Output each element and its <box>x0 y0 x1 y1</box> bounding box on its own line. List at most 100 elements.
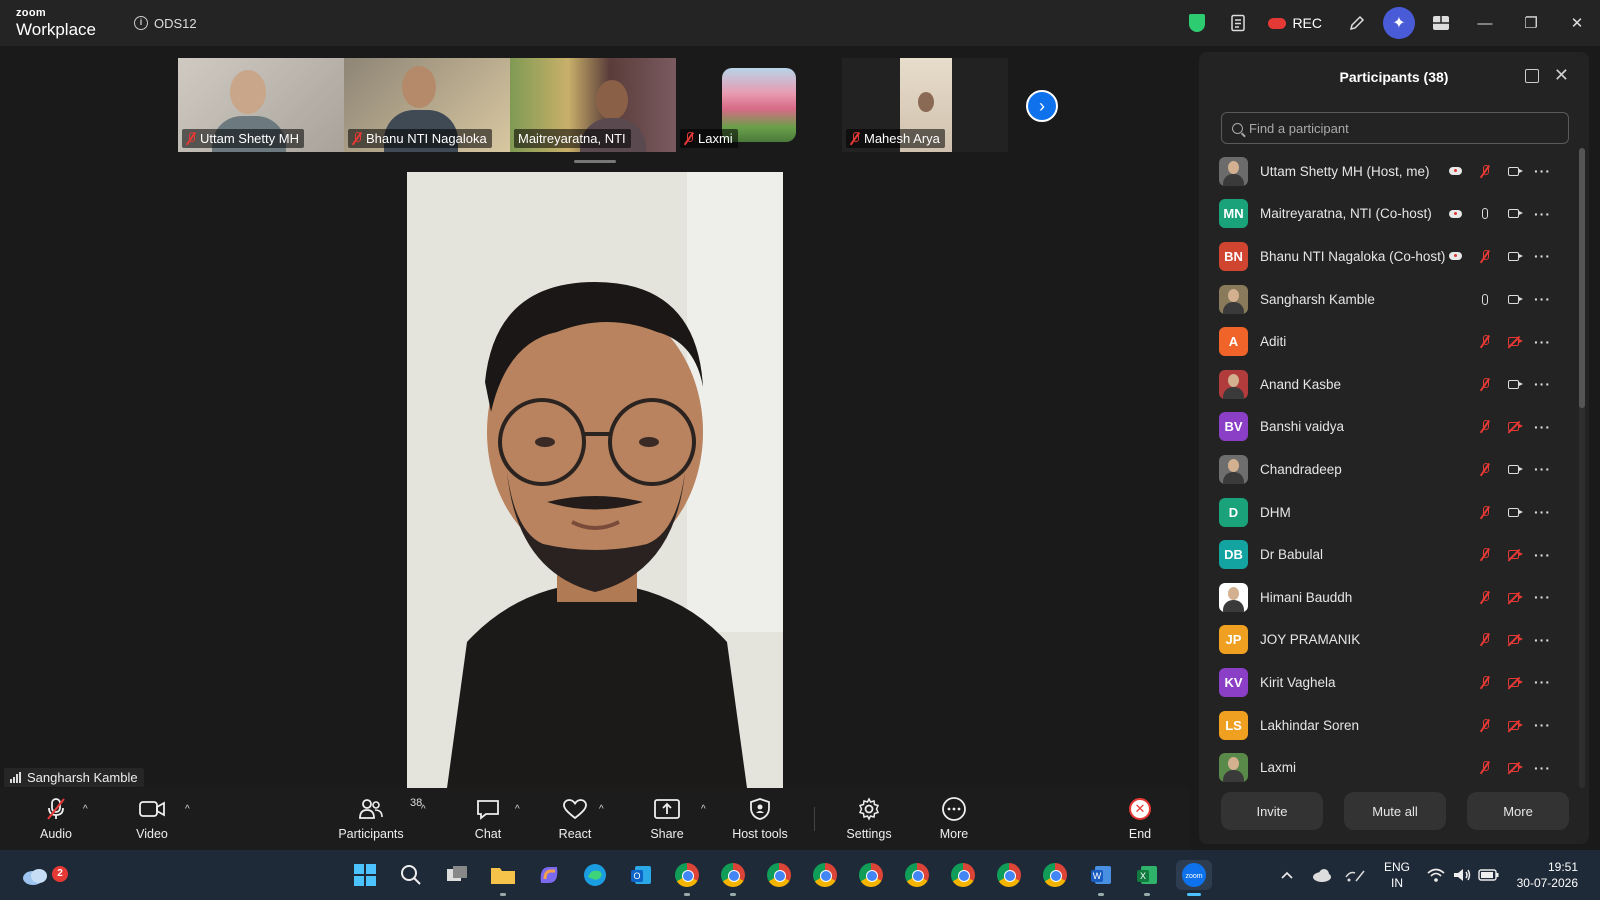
participant-search[interactable] <box>1221 112 1569 144</box>
thumbnail-tile[interactable]: Mahesh Arya <box>842 58 1008 152</box>
chat-button[interactable]: Chat <box>466 788 510 850</box>
mic-muted-icon[interactable] <box>1470 758 1499 778</box>
word-icon[interactable]: W <box>1086 860 1116 896</box>
video-camera-icon[interactable] <box>1499 502 1528 522</box>
participants-button[interactable]: 38 Participants <box>336 788 422 850</box>
participant-row[interactable]: LS Lakhindar Soren ··· <box>1199 704 1569 747</box>
scrollbar-thumb[interactable] <box>1579 148 1585 408</box>
chrome-profile-8-icon[interactable] <box>994 860 1024 890</box>
react-options-caret[interactable]: ^ <box>599 804 604 815</box>
mic-icon[interactable] <box>1470 289 1499 309</box>
participants-options-caret[interactable]: ^ <box>421 804 426 815</box>
meeting-info[interactable]: i ODS12 <box>134 16 197 31</box>
participant-row[interactable]: Chandradeep ··· <box>1199 448 1569 491</box>
more-options-icon[interactable]: ··· <box>1528 502 1557 522</box>
mic-muted-icon[interactable] <box>1470 587 1499 607</box>
participant-row[interactable]: BV Banshi vaidya ··· <box>1199 406 1569 449</box>
participant-row[interactable]: DB Dr Babulal ··· <box>1199 533 1569 576</box>
more-options-icon[interactable]: ··· <box>1528 332 1557 352</box>
notes-icon[interactable] <box>1222 6 1256 40</box>
more-options-icon[interactable]: ··· <box>1528 672 1557 692</box>
minimize-button[interactable]: — <box>1462 0 1508 46</box>
video-camera-icon[interactable] <box>1499 459 1528 479</box>
close-window-button[interactable]: ✕ <box>1554 0 1600 46</box>
chat-options-caret[interactable]: ^ <box>515 804 520 815</box>
battery-icon[interactable] <box>1478 850 1500 900</box>
copilot-icon[interactable] <box>534 860 564 890</box>
participant-row[interactable]: Laxmi ··· <box>1199 746 1569 789</box>
more-options-icon[interactable]: ··· <box>1528 587 1557 607</box>
more-options-icon[interactable]: ··· <box>1528 161 1557 181</box>
thumbnail-tile[interactable]: Maitreyaratna, NTI <box>510 58 676 152</box>
video-off-icon[interactable] <box>1499 758 1528 778</box>
participant-row[interactable]: Uttam Shetty MH (Host, me) ··· <box>1199 150 1569 193</box>
search-icon[interactable] <box>396 860 426 890</box>
participant-row[interactable]: BN Bhanu NTI Nagaloka (Co-host) ··· <box>1199 235 1569 278</box>
host-tools-button[interactable]: Host tools <box>728 788 792 850</box>
mic-muted-icon[interactable] <box>1470 374 1499 394</box>
mic-muted-icon[interactable] <box>1470 417 1499 437</box>
chrome-profile-2-icon[interactable] <box>718 860 748 896</box>
thumbnail-tile[interactable]: Bhanu NTI Nagaloka <box>344 58 510 152</box>
mic-icon[interactable] <box>1470 204 1499 224</box>
windows-start-icon[interactable] <box>350 860 380 890</box>
chrome-profile-5-icon[interactable] <box>856 860 886 890</box>
weather-widget-icon[interactable]: 2 <box>20 860 68 890</box>
chrome-profile-9-icon[interactable] <box>1040 860 1070 890</box>
video-off-icon[interactable] <box>1499 417 1528 437</box>
chrome-profile-6-icon[interactable] <box>902 860 932 890</box>
video-camera-icon[interactable] <box>1499 204 1528 224</box>
participant-row[interactable]: Anand Kasbe ··· <box>1199 363 1569 406</box>
video-camera-icon[interactable] <box>1499 161 1528 181</box>
excel-icon[interactable]: X <box>1132 860 1162 896</box>
participant-row[interactable]: D DHM ··· <box>1199 491 1569 534</box>
mic-muted-icon[interactable] <box>1470 246 1499 266</box>
recording-indicator[interactable]: REC <box>1268 15 1322 31</box>
more-options-icon[interactable]: ··· <box>1528 204 1557 224</box>
more-button[interactable]: More <box>932 788 976 850</box>
more-options-icon[interactable]: ··· <box>1528 758 1557 778</box>
thumbnail-tile[interactable]: Uttam Shetty MH <box>178 58 344 152</box>
language-indicator[interactable]: ENG IN <box>1384 859 1410 891</box>
volume-icon[interactable] <box>1452 850 1472 900</box>
chrome-profile-3-icon[interactable] <box>764 860 794 890</box>
panel-more-button[interactable]: More <box>1467 792 1569 830</box>
security-shield-icon[interactable] <box>1180 6 1214 40</box>
show-hidden-icons-chevron[interactable] <box>1280 850 1294 900</box>
system-clock[interactable]: 19:51 30-07-2026 <box>1517 859 1578 891</box>
mic-muted-icon[interactable] <box>1470 459 1499 479</box>
view-grid-icon[interactable] <box>1424 6 1458 40</box>
more-options-icon[interactable]: ··· <box>1528 715 1557 735</box>
strip-resize-handle[interactable] <box>574 160 616 163</box>
mic-muted-icon[interactable] <box>1470 332 1499 352</box>
video-camera-icon[interactable] <box>1499 246 1528 266</box>
participant-row[interactable]: KV Kirit Vaghela ··· <box>1199 661 1569 704</box>
mic-muted-icon[interactable] <box>1470 630 1499 650</box>
video-off-icon[interactable] <box>1499 630 1528 650</box>
settings-button[interactable]: Settings <box>842 788 896 850</box>
file-explorer-icon[interactable] <box>488 860 518 896</box>
video-off-icon[interactable] <box>1499 715 1528 735</box>
more-options-icon[interactable]: ··· <box>1528 630 1557 650</box>
participant-row[interactable]: A Aditi ··· <box>1199 320 1569 363</box>
more-options-icon[interactable]: ··· <box>1528 289 1557 309</box>
react-button[interactable]: React <box>553 788 597 850</box>
video-off-icon[interactable] <box>1499 672 1528 692</box>
more-options-icon[interactable]: ··· <box>1528 246 1557 266</box>
onedrive-cloud-icon[interactable] <box>1312 850 1332 900</box>
zoom-app-icon[interactable]: zoom <box>1176 860 1212 896</box>
audio-button[interactable]: Audio <box>34 788 78 850</box>
audio-options-caret[interactable]: ^ <box>83 804 88 815</box>
ai-companion-button[interactable]: ✦ <box>1382 6 1416 40</box>
thumbnail-tile[interactable]: Laxmi <box>676 58 842 152</box>
task-view-icon[interactable] <box>442 860 472 890</box>
chrome-profile-7-icon[interactable] <box>948 860 978 890</box>
video-off-icon[interactable] <box>1499 332 1528 352</box>
mic-muted-icon[interactable] <box>1470 161 1499 181</box>
more-options-icon[interactable]: ··· <box>1528 374 1557 394</box>
chrome-profile-1-icon[interactable] <box>672 860 702 896</box>
mic-muted-icon[interactable] <box>1470 502 1499 522</box>
participant-row[interactable]: MN Maitreyaratna, NTI (Co-host) ··· <box>1199 193 1569 236</box>
share-options-caret[interactable]: ^ <box>701 804 706 815</box>
participant-row[interactable]: JP JOY PRAMANIK ··· <box>1199 619 1569 662</box>
